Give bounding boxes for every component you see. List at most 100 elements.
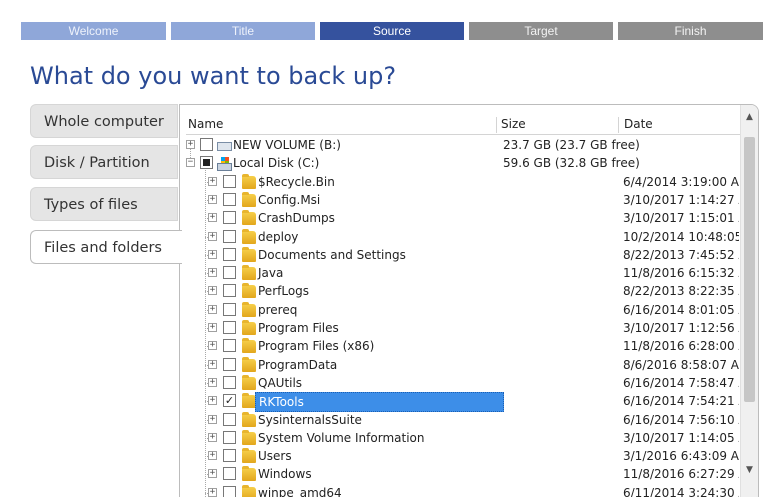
folder-date: 6/16/2014 8:01:05 A... — [623, 302, 739, 317]
collapse-icon[interactable]: − — [186, 158, 195, 168]
folder-icon — [242, 429, 256, 445]
expand-icon[interactable]: + — [208, 469, 217, 479]
folder-checkbox[interactable] — [223, 430, 236, 444]
folder-row[interactable]: + Windows 11/8/2016 6:27:29 A... — [186, 465, 739, 483]
folder-row[interactable]: + prereq 6/16/2014 8:01:05 A... — [186, 301, 739, 319]
folder-row[interactable]: + CrashDumps 3/10/2017 1:15:01 A... — [186, 209, 739, 227]
folder-row[interactable]: + $Recycle.Bin 6/4/2014 3:19:00 AM — [186, 173, 739, 191]
folder-checkbox[interactable] — [223, 339, 236, 353]
folder-name[interactable]: SysinternalsSuite — [255, 411, 365, 429]
folder-checkbox[interactable] — [223, 174, 236, 188]
folder-checkbox[interactable] — [223, 192, 236, 206]
folder-checkbox[interactable] — [223, 467, 236, 481]
scroll-up-icon[interactable]: ▲ — [741, 109, 758, 126]
folder-checkbox[interactable] — [223, 449, 236, 463]
folder-row[interactable]: + Users 3/1/2016 6:43:09 AM — [186, 447, 739, 465]
drive-row[interactable]: − Local Disk (C:) 59.6 GB (32.8 GB free) — [186, 154, 734, 172]
folder-row[interactable]: + Program Files (x86) 11/8/2016 6:28:00 A.… — [186, 337, 739, 355]
folder-name[interactable]: winpe_amd64 — [255, 484, 345, 497]
drive-name[interactable]: Local Disk (C:) — [230, 154, 322, 172]
folder-row[interactable]: + winpe_amd64 6/11/2014 3:24:30 A... — [186, 484, 739, 497]
folder-checkbox[interactable] — [223, 302, 236, 316]
expand-icon[interactable]: + — [208, 396, 217, 406]
folder-name[interactable]: CrashDumps — [255, 209, 338, 227]
folder-name[interactable]: $Recycle.Bin — [255, 173, 338, 191]
folder-row[interactable]: + Documents and Settings 8/22/2013 7:45:52… — [186, 246, 739, 264]
folder-name[interactable]: deploy — [255, 228, 301, 246]
expand-icon[interactable]: + — [208, 359, 217, 369]
folder-row[interactable]: + QAUtils 6/16/2014 7:58:47 A... — [186, 374, 739, 392]
folder-checkbox[interactable] — [223, 485, 236, 497]
folder-checkbox[interactable]: ✓ — [223, 394, 236, 408]
drive-checkbox[interactable] — [200, 156, 213, 170]
expand-icon[interactable]: + — [208, 414, 217, 424]
scroll-thumb[interactable] — [744, 137, 755, 402]
folder-icon — [242, 283, 256, 299]
drive-row[interactable]: + NEW VOLUME (B:) 23.7 GB (23.7 GB free) — [186, 136, 734, 154]
expand-icon[interactable]: + — [208, 231, 217, 241]
folder-checkbox[interactable] — [223, 375, 236, 389]
expand-icon[interactable]: + — [208, 451, 217, 461]
folder-checkbox[interactable] — [223, 412, 236, 426]
folder-row[interactable]: + Config.Msi 3/10/2017 1:14:27 A... — [186, 191, 739, 209]
tab-types-of-files[interactable]: Types of files — [30, 187, 178, 221]
folder-checkbox[interactable] — [223, 211, 236, 225]
folder-row[interactable]: + SysinternalsSuite 6/16/2014 7:56:10 A... — [186, 411, 739, 429]
folder-row[interactable]: + PerfLogs 8/22/2013 8:22:35 A... — [186, 282, 739, 300]
expand-icon[interactable]: + — [208, 213, 217, 223]
tab-whole-computer[interactable]: Whole computer — [30, 104, 178, 138]
tab-disk-partition[interactable]: Disk / Partition — [30, 145, 178, 179]
folder-name[interactable]: System Volume Information — [255, 429, 427, 447]
folder-name[interactable]: Windows — [255, 465, 315, 483]
expand-icon[interactable]: + — [186, 140, 195, 149]
folder-row[interactable]: + System Volume Information 3/10/2017 1:14… — [186, 429, 739, 447]
folder-name[interactable]: Program Files (x86) — [255, 337, 377, 355]
vertical-scrollbar[interactable]: ▲ ▼ — [740, 105, 758, 497]
expand-icon[interactable]: + — [208, 487, 217, 497]
folder-date: 8/22/2013 8:22:35 A... — [623, 284, 739, 299]
folder-icon — [242, 393, 256, 409]
folder-row[interactable]: + ✓ RKTools 6/16/2014 7:54:21 A... — [186, 392, 739, 413]
folder-icon — [242, 411, 256, 427]
folder-row[interactable]: + Java 11/8/2016 6:15:32 A... — [186, 264, 739, 282]
folder-name[interactable]: RKTools — [255, 392, 504, 413]
expand-icon[interactable]: + — [208, 194, 217, 204]
folder-name[interactable]: Config.Msi — [255, 191, 323, 209]
expand-icon[interactable]: + — [208, 268, 217, 278]
column-date[interactable]: Date — [624, 115, 653, 134]
tab-files-and-folders[interactable]: Files and folders — [30, 230, 182, 264]
folder-icon — [242, 173, 256, 189]
folder-name[interactable]: Program Files — [255, 319, 342, 337]
expand-icon[interactable]: + — [208, 286, 217, 296]
scroll-down-icon[interactable]: ▼ — [741, 462, 758, 479]
folder-icon — [242, 301, 256, 317]
folder-name[interactable]: ProgramData — [255, 356, 340, 374]
folder-name[interactable]: PerfLogs — [255, 282, 312, 300]
expand-icon[interactable]: + — [208, 323, 217, 332]
expand-icon[interactable]: + — [208, 432, 217, 442]
drive-checkbox[interactable] — [200, 138, 213, 151]
folder-name[interactable]: QAUtils — [255, 374, 305, 392]
expand-icon[interactable]: + — [208, 304, 217, 314]
folder-checkbox[interactable] — [223, 247, 236, 261]
folder-date: 6/16/2014 7:54:21 A... — [623, 394, 739, 409]
folder-name[interactable]: prereq — [255, 301, 300, 319]
folder-checkbox[interactable] — [223, 229, 236, 243]
expand-icon[interactable]: + — [208, 249, 217, 259]
folder-row[interactable]: + deploy 10/2/2014 10:48:05 ... — [186, 228, 739, 246]
folder-checkbox[interactable] — [223, 321, 236, 334]
folder-name[interactable]: Documents and Settings — [255, 246, 409, 264]
folder-name[interactable]: Users — [255, 447, 295, 465]
drive-name[interactable]: NEW VOLUME (B:) — [230, 136, 344, 154]
folder-row[interactable]: + ProgramData 8/6/2016 8:58:07 AM — [186, 356, 739, 374]
folder-row[interactable]: + Program Files 3/10/2017 1:12:56 A... — [186, 319, 739, 337]
column-name[interactable]: Name — [188, 115, 223, 134]
expand-icon[interactable]: + — [208, 176, 217, 186]
folder-checkbox[interactable] — [223, 284, 236, 298]
folder-checkbox[interactable] — [223, 357, 236, 371]
expand-icon[interactable]: + — [208, 377, 217, 387]
column-size[interactable]: Size — [501, 115, 526, 134]
expand-icon[interactable]: + — [208, 341, 217, 351]
folder-checkbox[interactable] — [223, 266, 236, 280]
folder-name[interactable]: Java — [255, 264, 286, 282]
